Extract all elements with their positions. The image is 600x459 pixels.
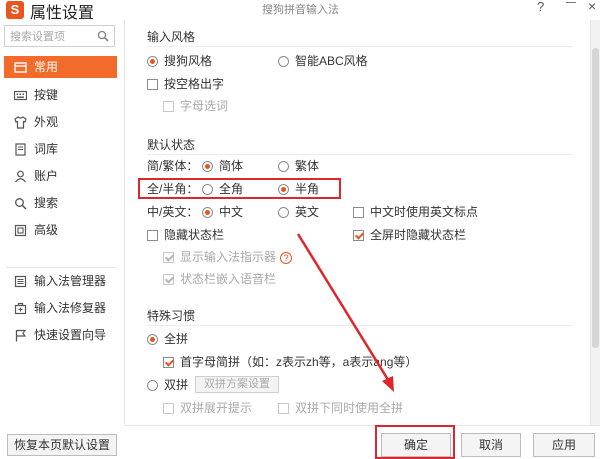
checkbox-double-expand-hint[interactable]: 双拼展开提示: [163, 401, 252, 415]
scrollbar-thumb[interactable]: [592, 48, 599, 348]
search-icon: [15, 198, 27, 210]
sidebar-item-label: 搜索: [34, 196, 59, 210]
checkbox-space-output[interactable]: 按空格出字: [147, 77, 224, 91]
keyboard-icon: [14, 90, 27, 101]
radio-button[interactable]: [202, 207, 213, 218]
checkbox[interactable]: [163, 357, 174, 368]
label-cn-en: 中/英文：: [147, 205, 199, 219]
cancel-button[interactable]: 取消: [461, 433, 521, 457]
checkbox[interactable]: [353, 207, 364, 218]
checkbox-double-with-full[interactable]: 双拼下同时使用全拼: [278, 401, 403, 415]
checkbox-fullscreen-hide[interactable]: 全屏时隐藏状态栏: [353, 228, 466, 242]
radio-simplified[interactable]: 简体: [202, 159, 243, 173]
annotation-highlight-width-row: [138, 178, 341, 199]
radio-english[interactable]: 英文: [278, 205, 319, 219]
checkbox[interactable]: [147, 230, 158, 241]
checkbox-embed-voice[interactable]: 状态栏嵌入语音栏: [163, 272, 276, 286]
sidebar-item-appearance[interactable]: 外观: [4, 111, 117, 133]
radio-button[interactable]: [278, 56, 289, 67]
search-icon[interactable]: [97, 30, 109, 42]
repair-icon: [14, 302, 27, 315]
sidebar-tool-manager[interactable]: 输入法管理器: [4, 270, 117, 292]
advanced-icon: [14, 224, 27, 237]
radio-sogou-style[interactable]: 搜狗风格: [147, 54, 212, 68]
book-icon: [15, 143, 26, 156]
title-bar: S 属性设置 搜狗拼音输入法 ? ×: [0, 0, 600, 22]
home-icon: [14, 62, 27, 73]
settings-search-input[interactable]: [10, 29, 94, 44]
shirt-icon: [14, 116, 27, 129]
radio-traditional[interactable]: 繁体: [278, 159, 319, 173]
checkbox-letter-select[interactable]: 字母选词: [163, 99, 228, 113]
app-name: 搜狗拼音输入法: [262, 4, 339, 16]
section-title-input-style: 输入风格: [147, 30, 196, 44]
help-icon[interactable]: ?: [280, 252, 293, 264]
checkbox[interactable]: [163, 252, 174, 263]
apply-button[interactable]: 应用: [533, 433, 595, 457]
radio-abc-style[interactable]: 智能ABC风格: [278, 54, 368, 68]
radio-double-pinyin[interactable]: 双拼: [147, 378, 188, 392]
radio-button[interactable]: [147, 380, 158, 391]
radio-chinese[interactable]: 中文: [202, 205, 243, 219]
close-button[interactable]: ×: [588, 0, 596, 14]
sidebar-item-label: 常用: [34, 60, 59, 74]
sidebar-item-label: 高级: [34, 223, 59, 237]
label-simp-trad: 简/繁体：: [147, 159, 199, 173]
sidebar-tool-wizard[interactable]: 快速设置向导: [4, 324, 117, 346]
sidebar-item-keys[interactable]: 按键: [4, 84, 117, 106]
sidebar-tool-label: 快速设置向导: [34, 328, 107, 342]
sidebar-item-advanced[interactable]: 高级: [4, 219, 117, 241]
sidebar-item-search[interactable]: 搜索: [4, 192, 117, 214]
sidebar-item-account[interactable]: 账户: [4, 165, 117, 187]
annotation-highlight-ok: [375, 425, 455, 459]
section-title-special-habits: 特殊习惯: [147, 309, 196, 323]
vertical-scrollbar[interactable]: [590, 20, 600, 425]
sidebar-tool-label: 输入法管理器: [34, 274, 107, 288]
sidebar: 常用 按键 外观 词库 账户 搜索 高级 输入法管理器 输入法修复器 快速设置向…: [0, 20, 125, 425]
checkbox-hide-status-bar[interactable]: 隐藏状态栏: [147, 228, 224, 242]
sogou-logo-icon: S: [6, 1, 24, 19]
minimize-button[interactable]: [566, 2, 576, 3]
radio-button[interactable]: [202, 161, 213, 172]
checkbox[interactable]: [353, 230, 364, 241]
checkbox[interactable]: [278, 403, 289, 414]
settings-content: 输入风格 搜狗风格 智能ABC风格 按空格出字 字母选词 默认状态 简/繁体： …: [125, 20, 590, 425]
checkbox-show-indicator[interactable]: 显示输入法指示器?: [163, 250, 293, 264]
radio-button[interactable]: [147, 334, 158, 345]
checkbox-cn-use-en-punct[interactable]: 中文时使用英文标点: [353, 205, 478, 219]
sidebar-item-dictionary[interactable]: 词库: [4, 138, 117, 160]
radio-button[interactable]: [147, 56, 158, 67]
sidebar-item-label: 词库: [34, 142, 59, 156]
manager-icon: [14, 275, 27, 288]
flag-icon: [15, 329, 27, 342]
sidebar-divider: [6, 267, 116, 268]
section-divider: [147, 154, 572, 155]
radio-full-pinyin[interactable]: 全拼: [147, 332, 188, 346]
double-scheme-settings-button[interactable]: 双拼方案设置: [195, 376, 279, 393]
footer-bar: [125, 425, 600, 459]
help-button[interactable]: ?: [537, 0, 544, 14]
sidebar-item-label: 外观: [34, 115, 59, 129]
checkbox[interactable]: [147, 79, 158, 90]
radio-button[interactable]: [278, 207, 289, 218]
section-divider: [147, 46, 572, 47]
radio-button[interactable]: [278, 161, 289, 172]
sidebar-tool-label: 输入法修复器: [34, 301, 107, 315]
checkbox[interactable]: [163, 403, 174, 414]
sidebar-item-label: 账户: [34, 169, 59, 183]
checkbox[interactable]: [163, 274, 174, 285]
section-divider: [147, 325, 572, 326]
section-title-default-state: 默认状态: [147, 138, 196, 152]
sidebar-tool-repair[interactable]: 输入法修复器: [4, 297, 117, 319]
checkbox[interactable]: [163, 101, 174, 112]
settings-search-box[interactable]: [4, 25, 115, 47]
restore-defaults-button[interactable]: 恢复本页默认设置: [7, 434, 117, 456]
sidebar-item-label: 按键: [34, 88, 59, 102]
user-icon: [15, 170, 26, 183]
sidebar-item-common[interactable]: 常用: [4, 56, 117, 78]
checkbox-initial-abbrev[interactable]: 首字母简拼（如：z表示zh等，a表示ang等）: [163, 355, 417, 369]
